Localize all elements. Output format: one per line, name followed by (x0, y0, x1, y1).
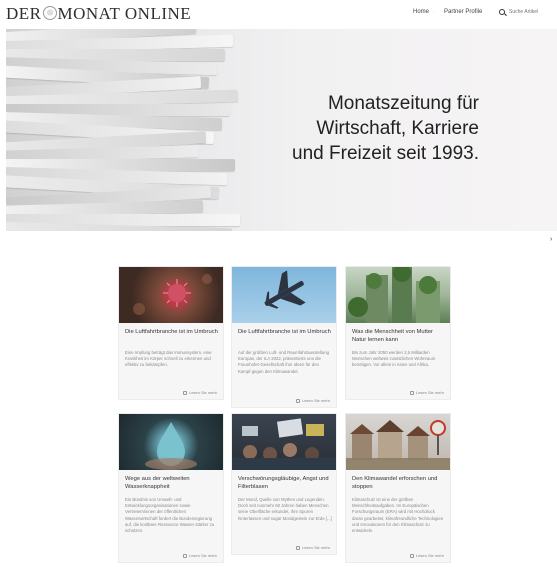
search-box (499, 6, 554, 18)
hero-title: Monatszeitung für Wirtschaft, Karriere u… (292, 93, 479, 164)
read-more-link[interactable]: Lesen Sie mehr (182, 553, 217, 558)
article-thumbnail[interactable] (346, 267, 450, 323)
article-thumbnail[interactable] (232, 267, 336, 323)
logo-emblem-icon (42, 6, 57, 20)
green-building-illustration (348, 267, 440, 323)
article-card[interactable]: Den Klimawandel erforschen und stoppen K… (345, 413, 451, 563)
article-title[interactable]: Verschwörungsgläubige, Angst und Filterb… (238, 476, 332, 491)
article-excerpt: Klimaschutz ist eine der größten Menschh… (352, 497, 444, 534)
read-more-link[interactable]: Lesen Sie mehr (409, 390, 444, 395)
site-header: DER MONAT ONLINE Home · Partner Profile (0, 0, 557, 28)
flooded-town-illustration (346, 420, 450, 470)
nav-item-partner-profile[interactable]: Partner Profile (444, 9, 482, 15)
read-more-link[interactable]: Lesen Sie mehr (182, 390, 217, 395)
logo-text-part1: DER (6, 4, 42, 23)
article-thumbnail[interactable] (119, 267, 223, 323)
newspaper-stack-image (6, 29, 246, 231)
document-icon (295, 545, 300, 550)
airplane-illustration (264, 270, 306, 309)
hero-banner: Monatszeitung für Wirtschaft, Karriere u… (6, 29, 557, 231)
search-input[interactable] (509, 9, 553, 15)
article-thumbnail[interactable] (232, 414, 336, 470)
article-excerpt: Eine Impfung beträgt das Immunsystem, ei… (125, 350, 212, 368)
article-title[interactable]: Die Luftfahrtbranche ist im Umbruch (125, 329, 219, 337)
article-title[interactable]: Die Luftfahrtbranche ist im Umbruch (238, 329, 332, 337)
document-icon (409, 553, 414, 558)
logo-text-part2: MONAT ONLINE (57, 4, 192, 23)
search-icon[interactable] (499, 8, 506, 16)
read-more-label: Lesen Sie mehr (301, 398, 330, 403)
read-more-label: Lesen Sie mehr (188, 390, 217, 395)
article-excerpt: Bis zum Jahr 2050 werden 2,5 Milliarden … (352, 350, 436, 368)
article-card[interactable]: Die Luftfahrtbranche ist im Umbruch Auf … (231, 266, 337, 408)
read-more-label: Lesen Sie mehr (188, 553, 217, 558)
document-icon (182, 390, 187, 395)
article-card[interactable]: Verschwörungsgläubige, Angst und Filterb… (231, 413, 337, 555)
document-icon (182, 553, 187, 558)
article-card[interactable]: Wege aus der weltweiten Wasserknappheit … (118, 413, 224, 563)
article-excerpt: Auf der größten Luft- und Raumfahrtausst… (238, 350, 330, 374)
article-thumbnail[interactable] (119, 414, 223, 470)
nav-item-home[interactable]: Home (413, 9, 429, 15)
article-title[interactable]: Was die Menschheit von Mutter Natur lern… (352, 329, 446, 344)
virus-illustration (133, 274, 212, 315)
article-title[interactable]: Wege aus der weltweiten Wasserknappheit (125, 476, 219, 491)
document-icon (409, 390, 414, 395)
read-more-link[interactable]: Lesen Sie mehr (295, 398, 330, 403)
article-card[interactable]: Die Luftfahrtbranche ist im Umbruch Eine… (118, 266, 224, 400)
nav-separator: · (433, 9, 435, 15)
article-card[interactable]: Was die Menschheit von Mutter Natur lern… (345, 266, 451, 400)
article-title[interactable]: Den Klimawandel erforschen und stoppen (352, 476, 446, 491)
article-excerpt: Der Mond, Quelle von Mythen und Legenden… (238, 497, 332, 521)
article-thumbnail[interactable] (346, 414, 450, 470)
chevron-right-icon[interactable]: › (550, 236, 552, 243)
read-more-label: Lesen Sie mehr (415, 553, 444, 558)
article-excerpt: Ein Bündnis von Umwelt- und Entwicklungs… (125, 497, 215, 534)
document-icon (295, 398, 300, 403)
read-more-label: Lesen Sie mehr (415, 390, 444, 395)
site-logo[interactable]: DER MONAT ONLINE (6, 4, 191, 24)
read-more-link[interactable]: Lesen Sie mehr (295, 545, 330, 550)
protest-illustration (232, 418, 336, 470)
water-drop-illustration (145, 422, 197, 470)
read-more-label: Lesen Sie mehr (301, 545, 330, 550)
read-more-link[interactable]: Lesen Sie mehr (409, 553, 444, 558)
